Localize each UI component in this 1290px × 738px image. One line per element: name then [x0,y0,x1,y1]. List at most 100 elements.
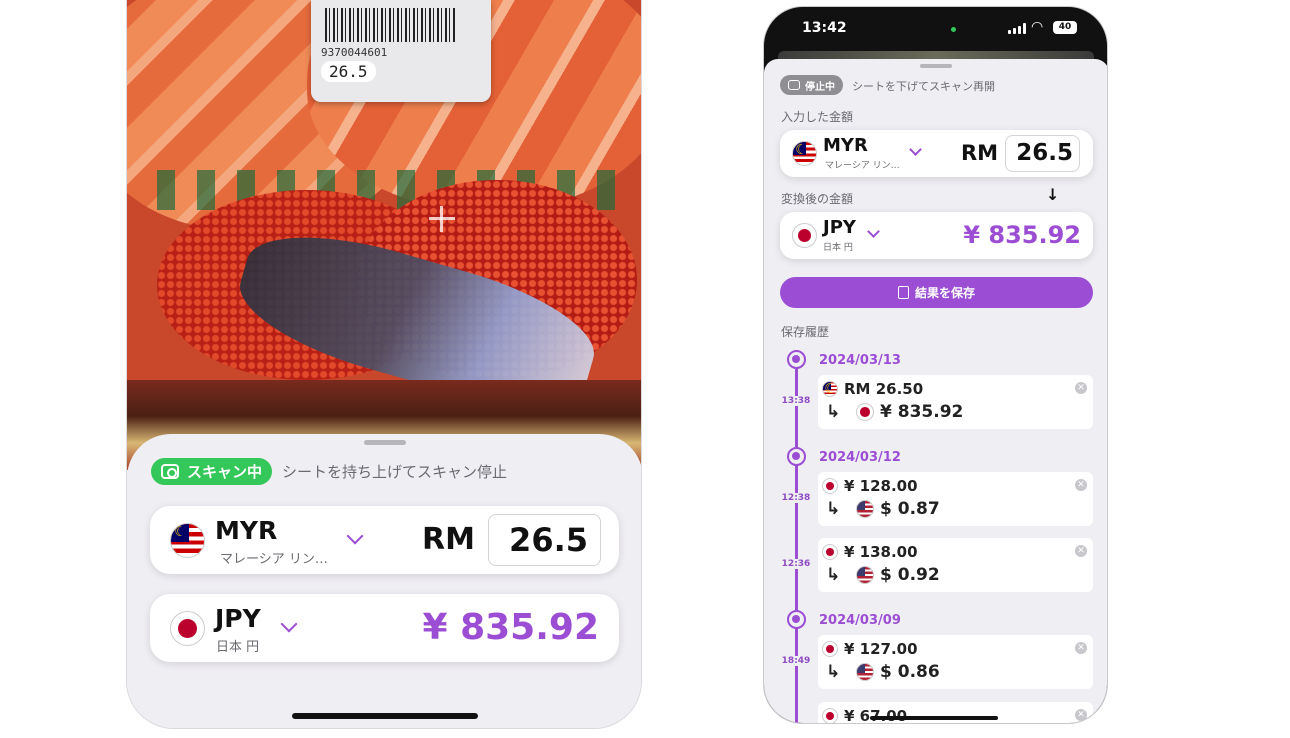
stopped-badge: 停止中 [780,75,843,95]
output-currency-name: 日本 円 [823,243,853,253]
scan-hint: シートを持ち上げてスキャン停止 [282,463,508,481]
chevron-down-icon[interactable] [909,143,922,156]
delete-history-icon[interactable]: ✕ [1075,545,1087,557]
chevron-down-icon[interactable] [867,225,880,238]
japan-flag-icon [170,611,205,646]
japan-flag-icon [856,403,874,421]
turn-right-arrow-icon: ↳ [826,565,841,585]
home-indicator[interactable] [870,716,998,720]
input-currency-card: MYR マレーシア リン… RM 26.5 [780,130,1093,177]
output-currency-card: JPY 日本 円 ¥ 835.92 [780,212,1093,259]
camera-preview[interactable]: 9370044601 26.5 [127,0,641,470]
japan-flag-icon [792,223,817,248]
history-time: 18:49 [778,656,814,666]
japan-flag-icon [822,708,838,723]
history-from: RM 26.50 [822,380,923,398]
history-from-amount: ¥ 127.00 [844,640,918,658]
screenshot-stage: 9370044601 26.5 スキャン中 シートを持ち上げてスキャン停止 MY… [0,0,1290,738]
scan-status: スキャン中 シートを持ち上げてスキャン停止 [151,458,507,485]
crosshair-icon [429,206,455,232]
history-item[interactable]: RM 26.50 ↳ ¥ 835.92 ✕ [818,375,1093,429]
delete-history-icon[interactable]: ✕ [1075,709,1087,721]
output-section-label: 変換後の金額 [781,192,854,206]
status-bar: 13:42 ◠ 40 [764,7,1107,53]
output-currency-code: JPY [823,217,856,238]
wifi-icon: ◠ [1031,19,1044,35]
history-from-amount: RM 26.50 [844,380,924,398]
currency-symbol: RM [422,522,475,557]
timeline-dot [787,610,806,629]
bottom-sheet[interactable]: 停止中 シートを下げてスキャン再開 入力した金額 MYR マレーシア リン… R… [764,59,1107,723]
clipboard-edit-icon [897,286,909,299]
history-time: 12:38 [778,493,814,503]
output-currency-name: 日本 円 [216,640,260,655]
usa-flag-icon [856,663,874,681]
history-to: ↳ $ 0.87 [826,499,940,519]
home-indicator[interactable] [292,713,478,719]
input-currency-name: マレーシア リン… [825,161,900,171]
malaysia-flag-icon [822,381,838,397]
turn-right-arrow-icon: ↳ [826,402,841,422]
scanning-badge-label: スキャン中 [187,463,263,481]
sheet-grabber[interactable] [920,64,952,68]
delete-history-icon[interactable]: ✕ [1075,479,1087,491]
input-currency-code: MYR [215,516,278,545]
left-phone-screen: 9370044601 26.5 スキャン中 シートを持ち上げてスキャン停止 MY… [126,0,642,729]
detected-price: 26.5 [321,61,376,82]
usa-flag-icon [856,566,874,584]
history-to: ↳ ¥ 835.92 [826,402,963,422]
camera-scan-icon [788,80,800,90]
history-item[interactable]: ¥ 127.00 ↳ $ 0.86 ✕ [818,635,1093,689]
history-item[interactable]: ¥ 138.00 ↳ $ 0.92 ✕ [818,538,1093,592]
history-section-label: 保存履歴 [781,325,830,339]
amount-input[interactable]: 26.5 [1005,135,1080,172]
history-from: ¥ 128.00 [822,477,918,495]
chevron-down-icon[interactable] [346,527,364,545]
barcode-image [325,8,455,42]
output-currency-card: JPY 日本 円 ¥ 835.92 [150,594,619,662]
right-phone-screen: 13:42 ◠ 40 停止中 シートを下げてスキャン再開 入力した金額 MYR … [763,6,1108,724]
history-to: ↳ $ 0.86 [826,662,940,682]
save-result-button[interactable]: 結果を保存 [780,277,1093,308]
history-item[interactable]: ¥ 128.00 ↳ $ 0.87 ✕ [818,472,1093,526]
timeline-dot [787,350,806,369]
history-to-amount: $ 0.86 [880,662,940,682]
output-currency-code: JPY [215,604,261,633]
input-section-label: 入力した金額 [781,110,854,124]
camera-scan-icon [161,464,179,479]
scanning-badge: スキャン中 [151,458,273,485]
history-to-amount: ¥ 835.92 [880,402,964,422]
japan-flag-icon [822,641,838,657]
amount-input[interactable]: 26.5 [488,514,601,566]
delete-history-icon[interactable]: ✕ [1075,382,1087,394]
sheet-grabber[interactable] [364,440,406,445]
input-currency-card: MYR マレーシア リン… RM 26.5 [150,506,619,574]
timeline-dot [787,447,806,466]
history-date: 2024/03/09 [819,613,901,628]
japan-flag-icon [822,478,838,494]
input-currency-code: MYR [823,135,868,156]
turn-right-arrow-icon: ↳ [826,662,841,682]
history-date: 2024/03/13 [819,353,901,368]
converted-amount: ¥ 835.92 [422,607,599,648]
chevron-down-icon[interactable] [280,615,298,633]
history-from: ¥ 127.00 [822,640,918,658]
save-result-label: 結果を保存 [914,286,975,300]
history-date: 2024/03/12 [819,450,901,465]
delete-history-icon[interactable]: ✕ [1075,642,1087,654]
bottom-sheet[interactable]: スキャン中 シートを持ち上げてスキャン停止 MYR マレーシア リン… RM 2… [127,434,641,728]
stopped-badge-label: 停止中 [805,81,835,93]
malaysia-flag-icon [792,141,817,166]
clock: 13:42 [802,20,847,36]
history-item[interactable]: ¥ 67.00 ✕ [818,702,1093,723]
history-time: 13:38 [778,396,814,406]
malaysia-flag-icon [170,523,205,558]
history-time: 12:36 [778,559,814,569]
cellular-signal-icon [1008,23,1026,34]
arrow-down-icon: ↓ [1046,185,1060,204]
battery-icon: 40 [1053,21,1077,34]
barcode-number: 9370044601 [321,46,388,59]
scan-hint: シートを下げてスキャン再開 [852,80,995,93]
converted-amount: ¥ 835.92 [963,221,1081,249]
usa-flag-icon [856,500,874,518]
